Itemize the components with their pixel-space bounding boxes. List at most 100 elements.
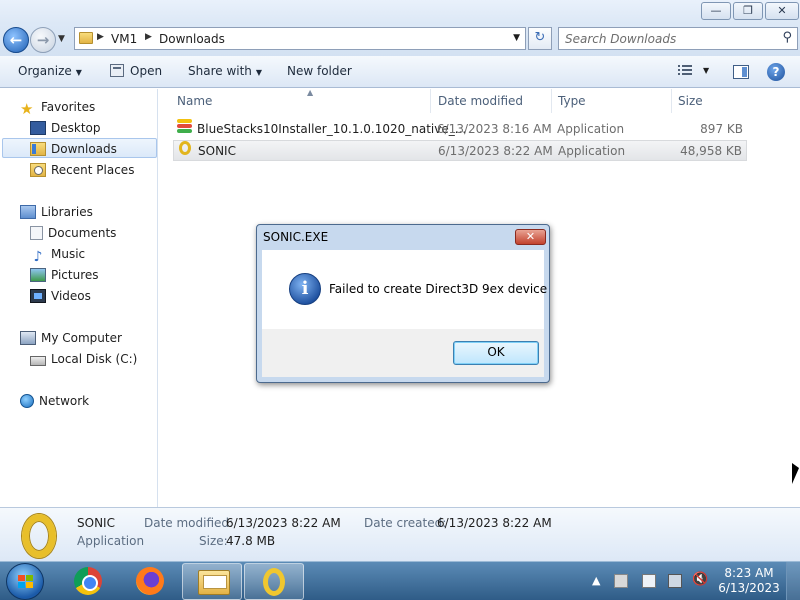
- search-icon[interactable]: ⚲: [782, 30, 792, 45]
- nav-favorites[interactable]: ★ Favorites: [20, 97, 95, 117]
- help-icon[interactable]: ?: [767, 63, 785, 81]
- nav-label: Recent Places: [51, 163, 135, 177]
- sonic-ring-icon: [179, 141, 191, 155]
- nav-label: My Computer: [41, 331, 122, 345]
- clock-date: 6/13/2023: [718, 581, 780, 595]
- nav-label: Local Disk (C:): [51, 352, 138, 366]
- taskbar-firefox[interactable]: [120, 563, 180, 600]
- close-button[interactable]: ✕: [765, 2, 799, 20]
- organize-button[interactable]: Organize ▼: [18, 64, 82, 78]
- details-pane: SONIC Application Date modified: 6/13/20…: [0, 507, 800, 561]
- file-explorer-icon: [198, 570, 230, 595]
- nav-desktop[interactable]: Desktop: [30, 118, 101, 138]
- breadcrumb-vm1[interactable]: VM1: [111, 32, 137, 46]
- file-row[interactable]: BlueStacks10Installer_10.1.0.1020_native…: [173, 119, 747, 140]
- preview-pane-icon[interactable]: [733, 65, 749, 79]
- details-file-name: SONIC: [77, 516, 115, 530]
- details-file-kind: Application: [77, 534, 145, 548]
- nav-network[interactable]: Network: [20, 391, 89, 411]
- volume-muted-icon[interactable]: 🔇: [692, 572, 708, 587]
- sonic-ring-icon: [22, 514, 56, 558]
- details-size-value: 47.8 MB: [226, 534, 276, 548]
- start-button[interactable]: [6, 563, 44, 600]
- taskbar: ▲ 🔇 8:23 AM 6/13/2023: [0, 561, 800, 600]
- details-created-label: Date created:: [364, 516, 447, 530]
- navigation-pane: ★ Favorites Desktop Downloads Recent Plac…: [0, 89, 158, 507]
- breadcrumb-downloads[interactable]: Downloads: [159, 32, 225, 46]
- column-header-name[interactable]: Name ▲: [171, 88, 431, 113]
- dialog-title: SONIC.EXE: [263, 230, 329, 244]
- search-input[interactable]: [565, 31, 770, 47]
- dialog-close-button[interactable]: ✕: [515, 229, 546, 245]
- chevron-down-icon[interactable]: ▼: [513, 33, 520, 43]
- action-center-icon[interactable]: [614, 574, 628, 588]
- file-date: 6/13/2023 8:16 AM: [437, 122, 552, 136]
- nav-label: Music: [51, 247, 86, 261]
- open-button[interactable]: Open: [110, 64, 162, 78]
- file-size: 48,958 KB: [680, 144, 742, 158]
- address-row: ← → ▼ ▶ VM1 ▶ Downloads ▼ ↻ ⚲: [0, 24, 800, 56]
- chrome-icon: [74, 567, 102, 595]
- downloads-folder-icon: [30, 142, 46, 156]
- chevron-down-icon[interactable]: ▼: [703, 66, 709, 75]
- change-view-icon[interactable]: [678, 65, 692, 77]
- error-dialog: SONIC.EXE ✕ i Failed to create Direct3D …: [256, 224, 550, 383]
- videos-icon: [30, 289, 46, 303]
- mouse-cursor: [792, 463, 799, 484]
- taskbar-chrome[interactable]: [58, 563, 118, 600]
- nav-libraries[interactable]: Libraries: [20, 202, 93, 222]
- nav-label: Videos: [51, 289, 91, 303]
- recent-pages-dropdown[interactable]: ▼: [58, 34, 65, 44]
- nav-local-disk[interactable]: Local Disk (C:): [30, 349, 137, 369]
- share-with-button[interactable]: Share with ▼: [188, 64, 262, 78]
- refresh-button[interactable]: ↻: [528, 27, 552, 50]
- nav-label: Desktop: [51, 121, 101, 135]
- column-header-date-modified[interactable]: Date modified: [432, 89, 552, 113]
- show-hidden-icons-button[interactable]: ▲: [592, 574, 600, 587]
- nav-label: Network: [39, 394, 90, 408]
- network-status-icon[interactable]: [668, 574, 682, 588]
- nav-my-computer[interactable]: My Computer: [20, 328, 122, 348]
- nav-documents[interactable]: Documents: [30, 223, 116, 243]
- dialog-message: Failed to create Direct3D 9ex device: [329, 282, 548, 296]
- taskbar-sonic[interactable]: [244, 563, 304, 600]
- nav-label: Libraries: [41, 205, 93, 219]
- forward-button[interactable]: →: [30, 27, 56, 53]
- documents-icon: [30, 226, 43, 240]
- nav-downloads[interactable]: Downloads: [2, 138, 157, 158]
- network-icon: [20, 394, 34, 408]
- taskbar-explorer[interactable]: [182, 563, 242, 600]
- address-bar[interactable]: ▶ VM1 ▶ Downloads ▼: [74, 27, 526, 50]
- column-label: Name: [177, 94, 213, 108]
- nav-label: Pictures: [51, 268, 99, 282]
- nav-recent-places[interactable]: Recent Places: [30, 160, 134, 180]
- system-clock[interactable]: 8:23 AM 6/13/2023: [716, 566, 782, 596]
- file-date: 6/13/2023 8:22 AM: [438, 144, 553, 158]
- windows-flag-icon: [18, 575, 33, 589]
- file-row[interactable]: SONIC 6/13/2023 8:22 AM Application 48,9…: [173, 140, 747, 161]
- column-header-size[interactable]: Size: [672, 89, 752, 113]
- maximize-button[interactable]: ❐: [733, 2, 763, 20]
- search-box[interactable]: ⚲: [558, 27, 798, 50]
- minimize-button[interactable]: —: [701, 2, 731, 20]
- dialog-footer: OK: [262, 329, 544, 377]
- chevron-down-icon: ▼: [255, 68, 263, 77]
- music-icon: ♪: [33, 249, 43, 265]
- open-label: Open: [130, 64, 163, 78]
- share-with-label: Share with: [188, 64, 252, 78]
- command-bar: Organize ▼ Open Share with ▼ New folder ▼ …: [0, 56, 800, 88]
- new-folder-button[interactable]: New folder: [287, 64, 352, 78]
- show-desktop-button[interactable]: [786, 562, 800, 600]
- refresh-icon: ↻: [534, 30, 546, 45]
- file-name: SONIC: [198, 144, 236, 158]
- folder-icon: [79, 32, 93, 44]
- nav-music[interactable]: ♪ Music: [30, 244, 86, 265]
- ok-button[interactable]: OK: [453, 341, 539, 365]
- nav-pictures[interactable]: Pictures: [30, 265, 99, 285]
- details-created-value: 6/13/2023 8:22 AM: [437, 516, 552, 530]
- column-header-type[interactable]: Type: [552, 89, 672, 113]
- flag-warning-icon[interactable]: [642, 574, 656, 588]
- nav-videos[interactable]: Videos: [30, 286, 91, 306]
- arrow-left-icon: ←: [9, 31, 23, 49]
- back-button[interactable]: ←: [3, 27, 29, 53]
